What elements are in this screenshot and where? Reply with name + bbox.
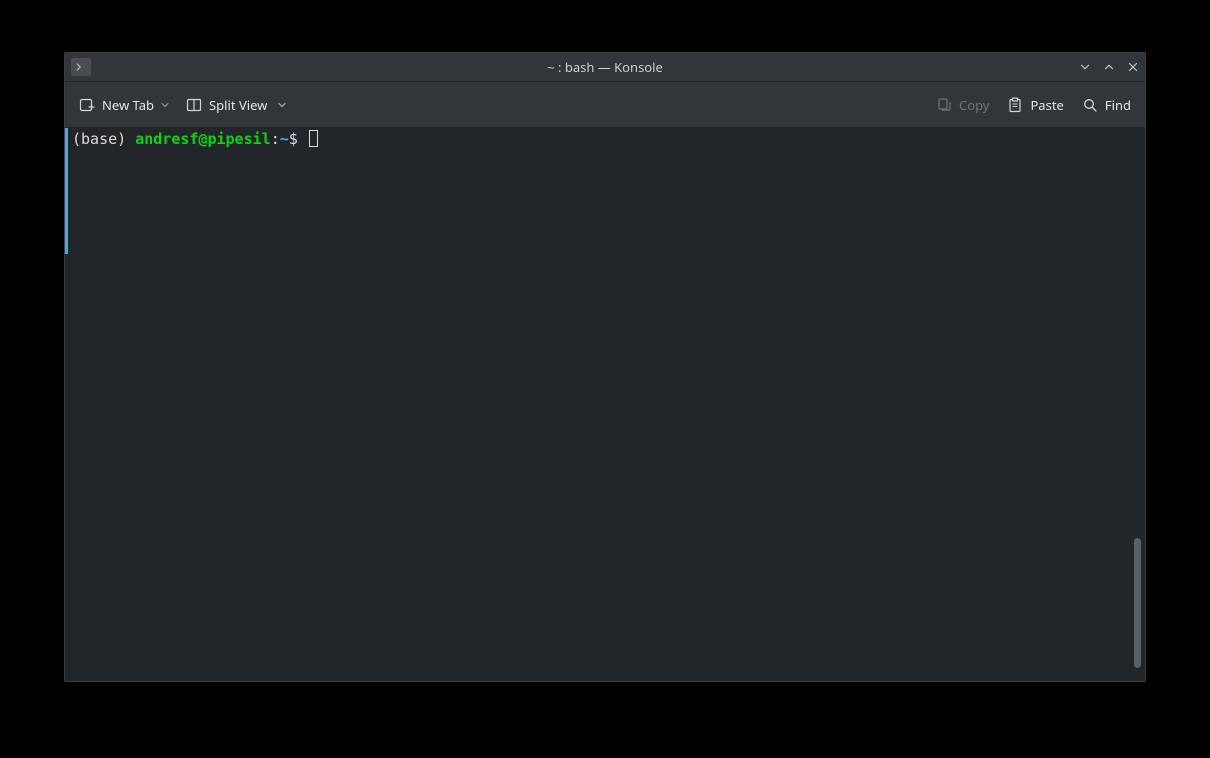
- new-tab-icon: [79, 97, 95, 113]
- prompt-userhost: andresf@pipesil: [135, 130, 270, 148]
- prompt-env: (base): [72, 130, 135, 148]
- toolbar-right: Copy Paste Find: [934, 92, 1133, 118]
- prompt-path: ~: [280, 130, 289, 148]
- new-tab-label: New Tab: [102, 96, 154, 114]
- window-controls: [1073, 53, 1145, 81]
- prompt-symbol: $: [289, 130, 307, 148]
- terminal-content[interactable]: (base) andresf@pipesil:~$: [65, 128, 1130, 681]
- split-view-icon: [186, 97, 202, 113]
- scrollbar[interactable]: [1130, 128, 1145, 681]
- chevron-down-icon: [1078, 60, 1092, 74]
- maximize-button[interactable]: [1097, 53, 1121, 82]
- konsole-window: ~ : bash — Konsole: [64, 52, 1146, 682]
- active-tab-indicator: [65, 128, 68, 254]
- close-icon: [1126, 60, 1140, 74]
- copy-icon: [936, 97, 952, 113]
- window-title: ~ : bash — Konsole: [65, 58, 1145, 76]
- new-tab-button[interactable]: New Tab: [77, 92, 156, 118]
- scrollbar-thumb[interactable]: [1134, 538, 1141, 668]
- paste-icon: [1007, 97, 1023, 113]
- split-view-label: Split View: [209, 96, 267, 114]
- new-tab-dropdown[interactable]: [162, 100, 170, 110]
- split-view-button[interactable]: Split View: [184, 92, 289, 118]
- chevron-down-icon: [160, 100, 170, 110]
- toolbar: New Tab Split View: [65, 82, 1145, 128]
- terminal-prompt-icon: [75, 61, 87, 73]
- terminal-cursor: [309, 130, 318, 147]
- minimize-button[interactable]: [1073, 53, 1097, 82]
- copy-label: Copy: [959, 96, 989, 114]
- chevron-up-icon: [1102, 60, 1116, 74]
- paste-label: Paste: [1030, 96, 1063, 114]
- search-icon: [1082, 97, 1098, 113]
- titlebar: ~ : bash — Konsole: [65, 53, 1145, 82]
- copy-button[interactable]: Copy: [934, 92, 991, 118]
- prompt-line: (base) andresf@pipesil:~$: [72, 130, 1126, 149]
- find-button[interactable]: Find: [1080, 92, 1133, 118]
- find-label: Find: [1105, 96, 1131, 114]
- toolbar-left: New Tab Split View: [77, 92, 289, 118]
- app-icon: [71, 58, 91, 76]
- terminal-area[interactable]: (base) andresf@pipesil:~$: [65, 128, 1145, 681]
- paste-button[interactable]: Paste: [1005, 92, 1065, 118]
- prompt-colon: :: [271, 130, 280, 148]
- chevron-down-icon: [277, 100, 287, 110]
- close-button[interactable]: [1121, 53, 1145, 82]
